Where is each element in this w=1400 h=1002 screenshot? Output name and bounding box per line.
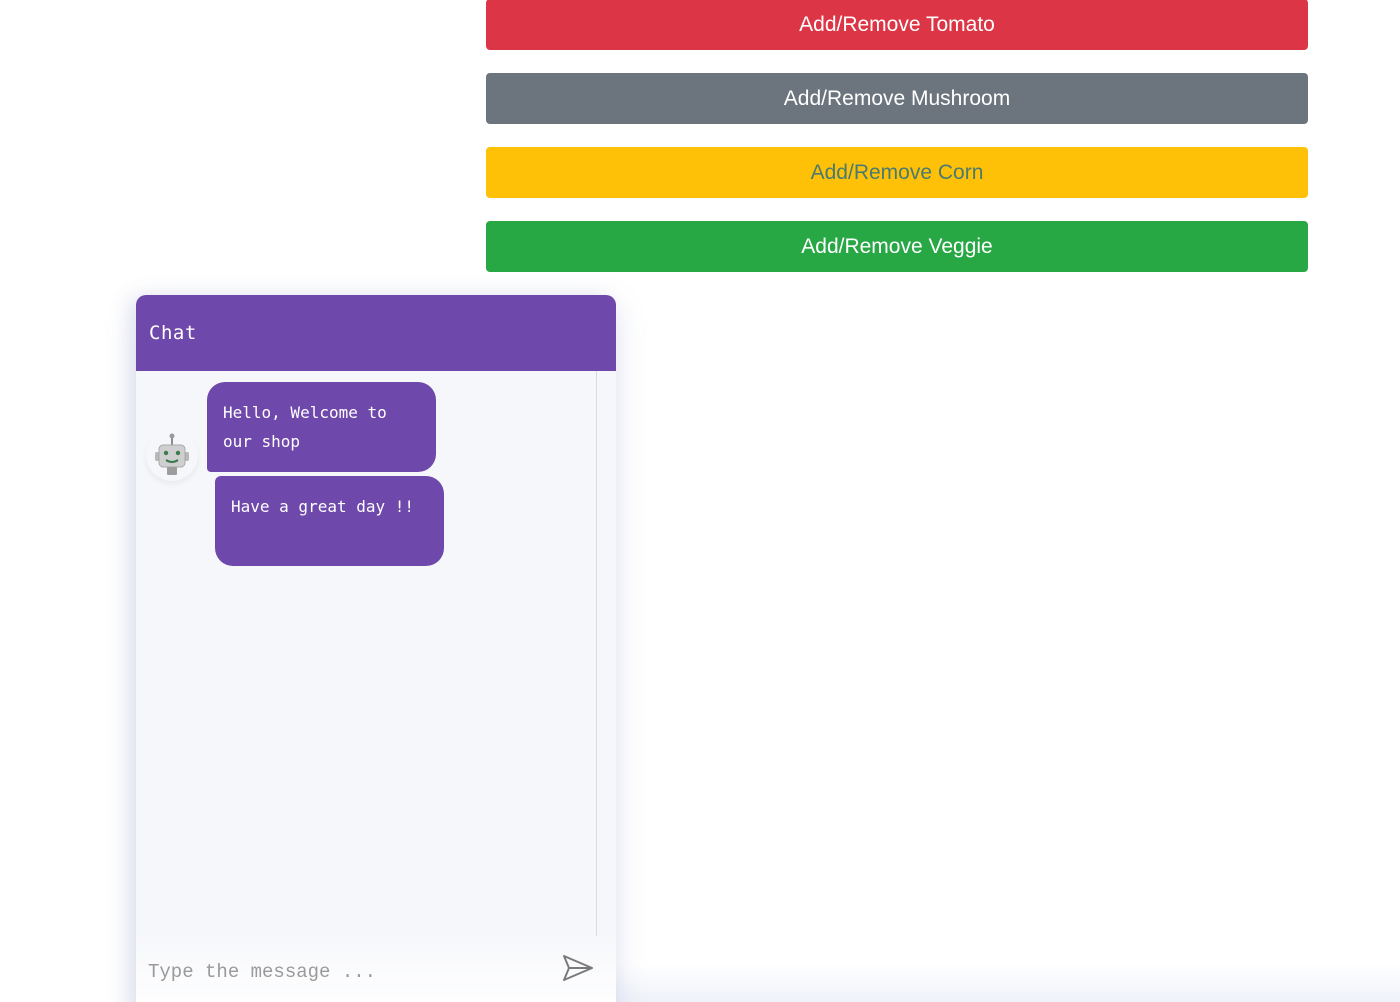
chat-title: Chat (149, 322, 197, 344)
add-remove-veggie-button[interactable]: Add/Remove Veggie (486, 221, 1308, 272)
add-remove-tomato-button[interactable]: Add/Remove Tomato (486, 0, 1308, 50)
chat-header: Chat (136, 295, 616, 371)
shadow-decoration (600, 965, 1400, 1002)
chat-message-bot: Hello, Welcome to our shop (207, 382, 436, 472)
chat-message-bot: Have a great day !! (215, 476, 444, 566)
page: Add/Remove Tomato Add/Remove Mushroom Ad… (0, 0, 1400, 1002)
message-input[interactable] (148, 954, 538, 990)
send-icon[interactable] (562, 954, 598, 986)
chat-input-bar (136, 936, 616, 1002)
chat-widget: Chat Hello, Welcome to our shop Have a g… (136, 295, 616, 1002)
chat-messages[interactable]: Hello, Welcome to our shop Have a great … (136, 371, 597, 936)
robot-icon (146, 429, 198, 481)
add-remove-corn-button[interactable]: Add/Remove Corn (486, 147, 1308, 198)
add-remove-mushroom-button[interactable]: Add/Remove Mushroom (486, 73, 1308, 124)
